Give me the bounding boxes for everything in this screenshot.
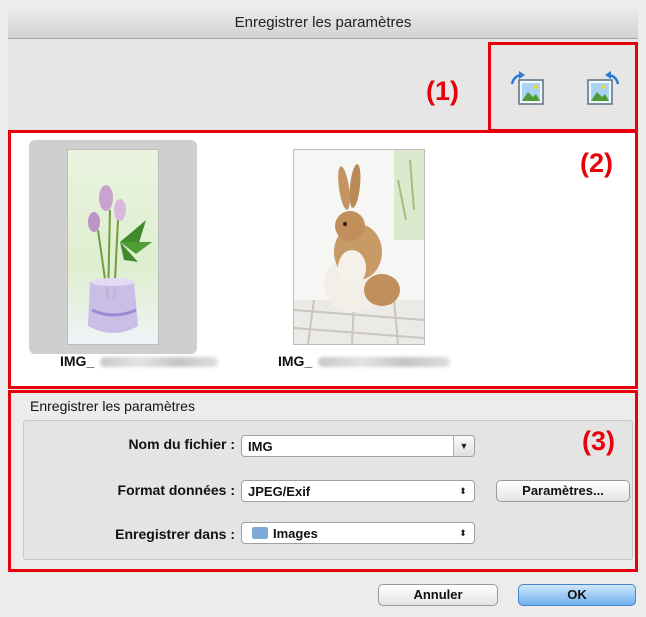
settings-button[interactable]: Paramètres... [496,480,630,502]
rotate-left-button[interactable] [508,70,548,110]
dialog-title: Enregistrer les paramètres [8,8,638,39]
thumbnail-label: IMG_ [278,353,313,369]
callout-1: (1) [426,76,459,106]
updown-arrows-icon: ⬍ [459,528,467,538]
rotate-left-icon [510,71,544,105]
savein-value: Images [273,526,318,541]
thumbnail-label: IMG_ [60,353,95,369]
format-value: JPEG/Exif [248,484,311,499]
thumbnail-item[interactable] [29,140,197,354]
rabbit-photo [293,149,425,345]
flower-photo [67,149,159,345]
cancel-button[interactable]: Annuler [378,584,498,606]
folder-icon [252,527,268,539]
rotate-right-icon [587,71,620,105]
ok-button[interactable]: OK [518,584,636,606]
save-settings-dialog: Enregistrer les paramètres (1) (2) IMG_ … [0,0,646,617]
redacted-filename [318,357,450,367]
callout-3: (3) [582,426,615,456]
chevron-down-icon[interactable]: ▼ [453,436,474,456]
thumbnail-item[interactable] [258,140,426,354]
filename-label: Nom du fichier : [128,436,235,452]
format-label: Format données : [117,482,235,498]
savein-select[interactable]: Images ⬍ [241,522,475,544]
settings-group-title: Enregistrer les paramètres [30,398,195,414]
updown-arrows-icon: ⬍ [459,486,467,496]
savein-label: Enregistrer dans : [115,526,235,542]
filename-combobox[interactable]: IMG ▼ [241,435,475,457]
callout-2: (2) [580,148,613,178]
redacted-filename [100,357,218,367]
filename-value: IMG [248,439,273,454]
format-select[interactable]: JPEG/Exif ⬍ [241,480,475,502]
rotate-right-button[interactable] [582,70,622,110]
